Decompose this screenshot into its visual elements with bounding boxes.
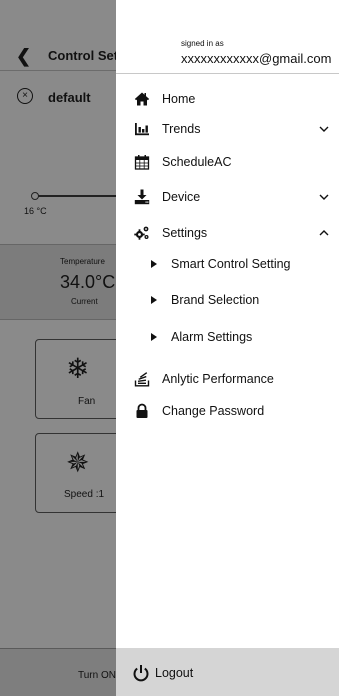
slider-min-label: 16 °C: [24, 206, 47, 216]
submenu-label-smart-control: Smart Control Setting: [171, 257, 291, 271]
submenu-label-alarm-settings: Alarm Settings: [171, 330, 253, 344]
menu-item-schedule[interactable]: ScheduleAC: [116, 150, 339, 176]
navigation-drawer: signed in as xxxxxxxxxxxx@gmail.com Home…: [116, 0, 339, 696]
menu-label-home: Home: [162, 92, 196, 106]
menu-label-analytic-performance: Anlytic Performance: [162, 372, 274, 386]
lock-icon: [136, 403, 148, 418]
menu-item-trends[interactable]: Trends: [116, 117, 339, 143]
user-email: xxxxxxxxxxxx@gmail.com: [181, 51, 332, 66]
gears-icon: [134, 226, 149, 240]
profile-name: default: [48, 90, 91, 105]
menu-label-device: Device: [162, 190, 201, 204]
logout-label: Logout: [155, 666, 194, 680]
stack-icon: [134, 372, 150, 387]
chevron-up-icon[interactable]: [318, 227, 330, 239]
menu-item-home[interactable]: Home: [116, 87, 339, 113]
fan-icon: ✵: [66, 447, 90, 478]
menu-item-change-password[interactable]: Change Password: [116, 399, 339, 425]
caret-right-icon: [151, 260, 157, 268]
slider-handle[interactable]: [31, 192, 39, 200]
menu-label-schedule: ScheduleAC: [162, 155, 232, 169]
back-arrow-icon[interactable]: ❮: [16, 46, 31, 67]
menu-label-change-password: Change Password: [162, 404, 265, 418]
download-icon: [134, 189, 150, 205]
temperature-value: 34.0°C: [60, 272, 116, 292]
menu-item-settings[interactable]: Settings: [116, 221, 339, 247]
drawer-header: signed in as xxxxxxxxxxxx@gmail.com: [116, 0, 339, 74]
turn-on-button[interactable]: Turn ON: [78, 670, 116, 681]
chart-icon: [135, 123, 149, 136]
temperature-label: Temperature: [60, 257, 105, 266]
calendar-icon: [134, 155, 150, 170]
submenu-item-brand-selection[interactable]: Brand Selection: [116, 289, 339, 313]
menu-label-settings: Settings: [162, 226, 208, 240]
temperature-sub-label: Current: [71, 297, 98, 306]
power-icon: [133, 665, 149, 682]
page-title: Control Set: [48, 48, 119, 63]
home-icon: [134, 92, 150, 106]
caret-right-icon: [151, 296, 157, 304]
fan-mode-label: Fan: [78, 396, 96, 407]
logout-button[interactable]: Logout: [116, 648, 339, 696]
fan-speed-label: Speed :1: [64, 489, 105, 500]
chevron-down-icon[interactable]: [318, 123, 330, 135]
submenu-item-smart-control[interactable]: Smart Control Setting: [116, 253, 339, 277]
menu-label-trends: Trends: [162, 122, 201, 136]
chevron-down-icon[interactable]: [318, 191, 330, 203]
menu-item-analytic-performance[interactable]: Anlytic Performance: [116, 367, 339, 393]
submenu-label-brand-selection: Brand Selection: [171, 293, 260, 307]
submenu-item-alarm-settings[interactable]: Alarm Settings: [116, 326, 339, 350]
menu-item-device[interactable]: Device: [116, 185, 339, 211]
signed-in-label: signed in as: [181, 39, 224, 48]
snowflake-icon: ❄: [66, 353, 90, 384]
close-circle-icon[interactable]: ×: [17, 88, 33, 104]
temperature-slider[interactable]: [34, 195, 124, 197]
caret-right-icon: [151, 333, 157, 341]
